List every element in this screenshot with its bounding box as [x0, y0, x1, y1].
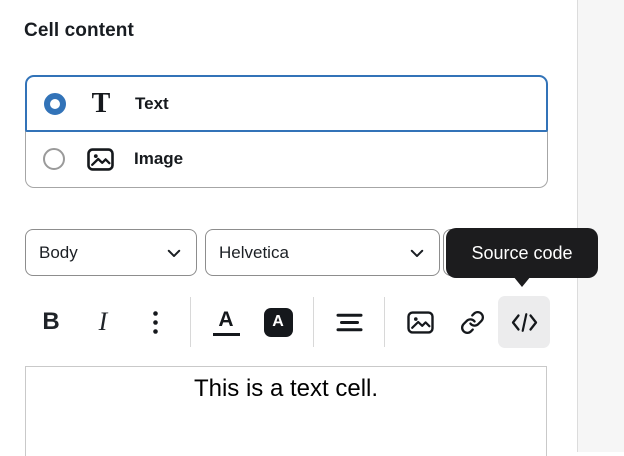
tooltip-label: Source code	[471, 243, 572, 264]
block-style-select[interactable]: Body	[25, 229, 197, 276]
page-title: Cell content	[24, 20, 134, 42]
align-center-icon	[336, 312, 363, 333]
font-family-select[interactable]: Helvetica	[205, 229, 440, 276]
background-color-button[interactable]: A	[252, 296, 304, 348]
formatting-toolbar: B I A A	[25, 296, 550, 348]
toolbar-separator	[384, 297, 385, 347]
font-family-value: Helvetica	[219, 243, 289, 263]
cell-type-label-text: Text	[135, 94, 169, 114]
cell-type-option-text[interactable]: T Text	[25, 75, 548, 132]
insert-image-icon	[407, 311, 434, 334]
vertical-ellipsis-icon	[152, 310, 159, 335]
chevron-down-icon	[165, 244, 183, 262]
background-color-icon: A	[264, 308, 293, 337]
text-color-icon: A	[213, 309, 240, 336]
toolbar-separator	[190, 297, 191, 347]
italic-icon: I	[99, 307, 108, 337]
tooltip-caret	[513, 276, 531, 287]
radio-unselected-icon	[43, 148, 65, 170]
more-options-button[interactable]	[129, 296, 181, 348]
link-icon	[460, 310, 485, 335]
align-center-button[interactable]	[323, 296, 375, 348]
source-code-button[interactable]	[498, 296, 550, 348]
source-code-tooltip: Source code	[446, 228, 598, 278]
insert-link-button[interactable]	[446, 296, 498, 348]
text-color-button[interactable]: A	[200, 296, 252, 348]
bold-icon: B	[42, 308, 59, 336]
block-style-value: Body	[39, 243, 78, 263]
canvas-rail	[577, 0, 624, 452]
chevron-down-icon	[408, 244, 426, 262]
cell-type-radio-group: T Text Image	[25, 75, 548, 188]
text-cell-editor[interactable]: This is a text cell.	[25, 366, 547, 456]
cell-type-option-image[interactable]: Image	[25, 131, 548, 188]
toolbar-separator	[313, 297, 314, 347]
text-icon: T	[87, 90, 115, 118]
editor-text: This is a text cell.	[26, 372, 546, 406]
insert-image-button[interactable]	[394, 296, 446, 348]
bold-button[interactable]: B	[25, 296, 77, 348]
italic-button[interactable]: I	[77, 296, 129, 348]
image-icon	[86, 148, 114, 171]
cell-type-label-image: Image	[134, 149, 183, 169]
radio-selected-icon	[44, 93, 66, 115]
source-code-icon	[511, 312, 538, 333]
